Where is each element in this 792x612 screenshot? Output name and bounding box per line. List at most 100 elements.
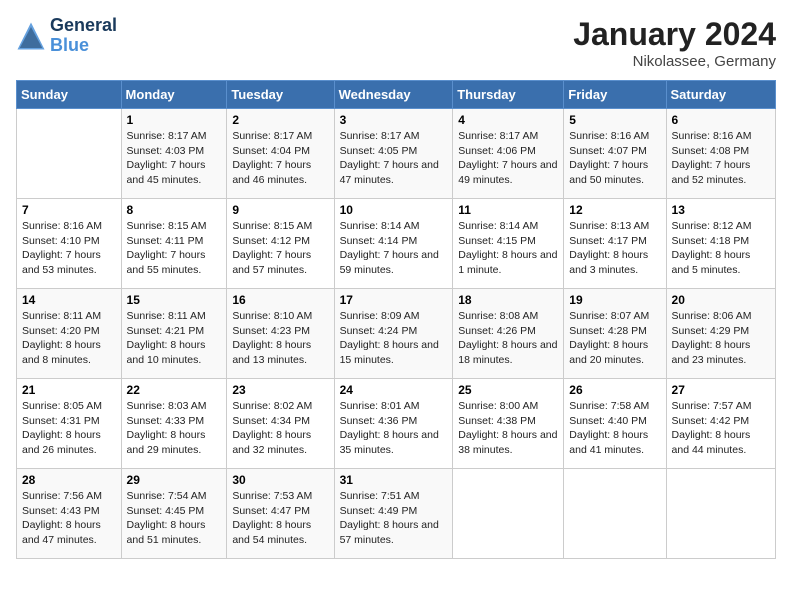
calendar-cell: 31Sunrise: 7:51 AMSunset: 4:49 PMDayligh… <box>334 469 453 559</box>
day-number: 14 <box>22 293 116 307</box>
day-number: 15 <box>127 293 222 307</box>
calendar-cell: 9 Sunrise: 8:15 AMSunset: 4:12 PMDaylight… <box>227 199 334 289</box>
day-detail: Sunrise: 8:05 AMSunset: 4:31 PMDaylight:… <box>22 399 116 458</box>
calendar-week-row: 7Sunrise: 8:16 AMSunset: 4:10 PMDaylight… <box>17 199 776 289</box>
day-detail: Sunrise: 8:16 AMSunset: 4:07 PMDaylight:… <box>569 129 660 188</box>
day-detail: Sunrise: 8:15 AMSunset: 4:11 PMDaylight:… <box>127 219 222 278</box>
day-number: 5 <box>569 113 660 127</box>
weekday-header-wednesday: Wednesday <box>334 81 453 109</box>
weekday-header-friday: Friday <box>564 81 666 109</box>
day-number: 29 <box>127 473 222 487</box>
page-header: General Blue January 2024 Nikolassee, Ge… <box>16 16 776 70</box>
day-number: 18 <box>458 293 558 307</box>
logo-text: General Blue <box>50 16 117 56</box>
day-detail: Sunrise: 7:57 AMSunset: 4:42 PMDaylight:… <box>672 399 770 458</box>
weekday-header-saturday: Saturday <box>666 81 775 109</box>
day-detail: Sunrise: 8:08 AMSunset: 4:26 PMDaylight:… <box>458 309 558 368</box>
day-number: 27 <box>672 383 770 397</box>
calendar-cell: 12 Sunrise: 8:13 AMSunset: 4:17 PMDayligh… <box>564 199 666 289</box>
calendar-cell: 1 Sunrise: 8:17 AMSunset: 4:03 PMDaylight… <box>121 109 227 199</box>
calendar-cell: 13 Sunrise: 8:12 AMSunset: 4:18 PMDayligh… <box>666 199 775 289</box>
logo-icon <box>16 21 46 51</box>
calendar-cell: 26Sunrise: 7:58 AMSunset: 4:40 PMDayligh… <box>564 379 666 469</box>
calendar-cell: 7Sunrise: 8:16 AMSunset: 4:10 PMDaylight… <box>17 199 122 289</box>
day-detail: Sunrise: 8:17 AMSunset: 4:06 PMDaylight:… <box>458 129 558 188</box>
calendar-cell: 8Sunrise: 8:15 AMSunset: 4:11 PMDaylight… <box>121 199 227 289</box>
calendar-cell: 24 Sunrise: 8:01 AMSunset: 4:36 PMDayligh… <box>334 379 453 469</box>
day-detail: Sunrise: 7:54 AMSunset: 4:45 PMDaylight:… <box>127 489 222 548</box>
logo: General Blue <box>16 16 117 56</box>
calendar-cell: 5 Sunrise: 8:16 AMSunset: 4:07 PMDaylight… <box>564 109 666 199</box>
weekday-header-row: SundayMondayTuesdayWednesdayThursdayFrid… <box>17 81 776 109</box>
calendar-cell: 17 Sunrise: 8:09 AMSunset: 4:24 PMDayligh… <box>334 289 453 379</box>
weekday-header-monday: Monday <box>121 81 227 109</box>
day-detail: Sunrise: 7:53 AMSunset: 4:47 PMDaylight:… <box>232 489 328 548</box>
calendar-cell: 10 Sunrise: 8:14 AMSunset: 4:14 PMDayligh… <box>334 199 453 289</box>
calendar-cell: 19 Sunrise: 8:07 AMSunset: 4:28 PMDayligh… <box>564 289 666 379</box>
day-number: 17 <box>340 293 448 307</box>
day-detail: Sunrise: 8:09 AMSunset: 4:24 PMDaylight:… <box>340 309 448 368</box>
day-detail: Sunrise: 8:13 AMSunset: 4:17 PMDaylight:… <box>569 219 660 278</box>
calendar-cell: 28Sunrise: 7:56 AMSunset: 4:43 PMDayligh… <box>17 469 122 559</box>
weekday-header-sunday: Sunday <box>17 81 122 109</box>
day-number: 28 <box>22 473 116 487</box>
day-number: 12 <box>569 203 660 217</box>
calendar-cell: 29 Sunrise: 7:54 AMSunset: 4:45 PMDayligh… <box>121 469 227 559</box>
calendar-week-row: 14 Sunrise: 8:11 AMSunset: 4:20 PMDayligh… <box>17 289 776 379</box>
day-detail: Sunrise: 8:15 AMSunset: 4:12 PMDaylight:… <box>232 219 328 278</box>
day-number: 25 <box>458 383 558 397</box>
day-detail: Sunrise: 8:10 AMSunset: 4:23 PMDaylight:… <box>232 309 328 368</box>
calendar-cell: 20 Sunrise: 8:06 AMSunset: 4:29 PMDayligh… <box>666 289 775 379</box>
calendar-week-row: 1 Sunrise: 8:17 AMSunset: 4:03 PMDaylight… <box>17 109 776 199</box>
calendar-cell <box>666 469 775 559</box>
calendar-cell: 2 Sunrise: 8:17 AMSunset: 4:04 PMDaylight… <box>227 109 334 199</box>
calendar-cell: 18 Sunrise: 8:08 AMSunset: 4:26 PMDayligh… <box>453 289 564 379</box>
day-detail: Sunrise: 8:14 AMSunset: 4:14 PMDaylight:… <box>340 219 448 278</box>
day-number: 26 <box>569 383 660 397</box>
day-number: 3 <box>340 113 448 127</box>
day-number: 7 <box>22 203 116 217</box>
day-number: 1 <box>127 113 222 127</box>
day-number: 24 <box>340 383 448 397</box>
day-detail: Sunrise: 8:01 AMSunset: 4:36 PMDaylight:… <box>340 399 448 458</box>
calendar-cell: 23 Sunrise: 8:02 AMSunset: 4:34 PMDayligh… <box>227 379 334 469</box>
calendar-table: SundayMondayTuesdayWednesdayThursdayFrid… <box>16 80 776 559</box>
day-detail: Sunrise: 8:06 AMSunset: 4:29 PMDaylight:… <box>672 309 770 368</box>
day-detail: Sunrise: 8:17 AMSunset: 4:04 PMDaylight:… <box>232 129 328 188</box>
day-number: 9 <box>232 203 328 217</box>
day-number: 20 <box>672 293 770 307</box>
calendar-cell <box>17 109 122 199</box>
day-detail: Sunrise: 8:12 AMSunset: 4:18 PMDaylight:… <box>672 219 770 278</box>
calendar-cell: 11 Sunrise: 8:14 AMSunset: 4:15 PMDayligh… <box>453 199 564 289</box>
calendar-cell: 16Sunrise: 8:10 AMSunset: 4:23 PMDayligh… <box>227 289 334 379</box>
calendar-cell: 27 Sunrise: 7:57 AMSunset: 4:42 PMDayligh… <box>666 379 775 469</box>
calendar-cell: 3Sunrise: 8:17 AMSunset: 4:05 PMDaylight… <box>334 109 453 199</box>
day-detail: Sunrise: 8:11 AMSunset: 4:20 PMDaylight:… <box>22 309 116 368</box>
day-number: 13 <box>672 203 770 217</box>
title-block: January 2024 Nikolassee, Germany <box>573 16 776 70</box>
calendar-cell: 15 Sunrise: 8:11 AMSunset: 4:21 PMDayligh… <box>121 289 227 379</box>
day-detail: Sunrise: 8:16 AMSunset: 4:08 PMDaylight:… <box>672 129 770 188</box>
day-number: 21 <box>22 383 116 397</box>
day-detail: Sunrise: 8:02 AMSunset: 4:34 PMDaylight:… <box>232 399 328 458</box>
calendar-cell: 25 Sunrise: 8:00 AMSunset: 4:38 PMDayligh… <box>453 379 564 469</box>
location: Nikolassee, Germany <box>573 53 776 70</box>
day-number: 19 <box>569 293 660 307</box>
day-number: 10 <box>340 203 448 217</box>
day-detail: Sunrise: 7:51 AMSunset: 4:49 PMDaylight:… <box>340 489 448 548</box>
day-number: 2 <box>232 113 328 127</box>
day-detail: Sunrise: 8:14 AMSunset: 4:15 PMDaylight:… <box>458 219 558 278</box>
day-number: 22 <box>127 383 222 397</box>
day-detail: Sunrise: 8:11 AMSunset: 4:21 PMDaylight:… <box>127 309 222 368</box>
calendar-cell: 30Sunrise: 7:53 AMSunset: 4:47 PMDayligh… <box>227 469 334 559</box>
day-detail: Sunrise: 8:17 AMSunset: 4:03 PMDaylight:… <box>127 129 222 188</box>
calendar-cell: 22 Sunrise: 8:03 AMSunset: 4:33 PMDayligh… <box>121 379 227 469</box>
day-number: 11 <box>458 203 558 217</box>
weekday-header-tuesday: Tuesday <box>227 81 334 109</box>
day-detail: Sunrise: 8:03 AMSunset: 4:33 PMDaylight:… <box>127 399 222 458</box>
day-number: 4 <box>458 113 558 127</box>
calendar-cell: 4 Sunrise: 8:17 AMSunset: 4:06 PMDaylight… <box>453 109 564 199</box>
day-detail: Sunrise: 8:00 AMSunset: 4:38 PMDaylight:… <box>458 399 558 458</box>
day-detail: Sunrise: 8:07 AMSunset: 4:28 PMDaylight:… <box>569 309 660 368</box>
day-number: 23 <box>232 383 328 397</box>
